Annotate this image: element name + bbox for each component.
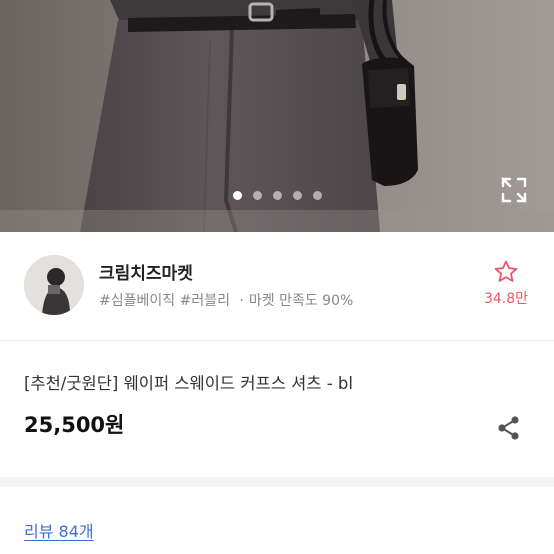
carousel-dot[interactable] bbox=[312, 191, 322, 200]
product-price: 25,500원 bbox=[24, 413, 125, 437]
favorite-count: 34.8만 bbox=[483, 291, 529, 307]
section-gap bbox=[0, 477, 554, 487]
carousel-dot[interactable] bbox=[272, 191, 282, 200]
reviews-link[interactable]: 리뷰 84개 bbox=[24, 518, 94, 542]
carousel-dot[interactable] bbox=[292, 191, 302, 200]
market-satisfaction: 마켓 만족도 90% bbox=[248, 293, 354, 309]
expand-icon[interactable] bbox=[500, 176, 528, 204]
carousel-dot[interactable] bbox=[252, 191, 262, 200]
shop-tag[interactable]: #심플베이직 bbox=[99, 293, 175, 309]
divider bbox=[0, 340, 554, 341]
tag-separator: · bbox=[239, 293, 244, 309]
shop-avatar[interactable] bbox=[24, 255, 84, 315]
shop-name[interactable]: 크림치즈마켓 bbox=[99, 259, 193, 284]
carousel-indicator bbox=[0, 191, 554, 200]
favorite-button[interactable]: 34.8만 bbox=[478, 259, 534, 308]
product-image-carousel[interactable] bbox=[0, 0, 554, 232]
carousel-dot-active[interactable] bbox=[232, 191, 242, 200]
product-title: [추천/굿원단] 웨이퍼 스웨이드 커프스 셔츠 - bl bbox=[24, 374, 353, 393]
avatar bbox=[24, 255, 84, 315]
star-outline-icon bbox=[494, 260, 518, 282]
shop-tag[interactable]: #러블리 bbox=[180, 293, 230, 309]
shop-tags: #심플베이직 #러블리 · 마켓 만족도 90% bbox=[99, 290, 353, 310]
share-icon[interactable] bbox=[496, 415, 522, 441]
